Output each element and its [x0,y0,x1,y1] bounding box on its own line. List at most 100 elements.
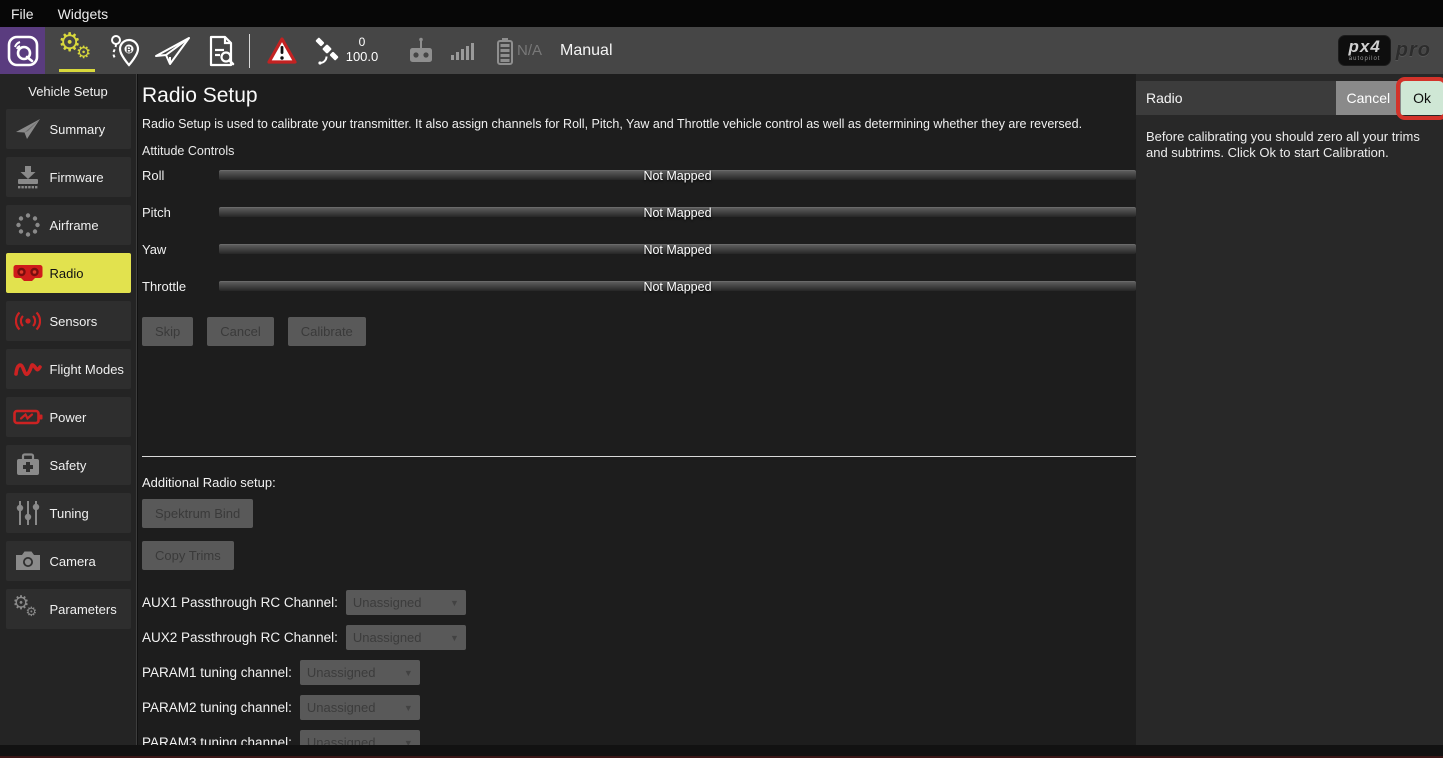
pitch-channel-bar: Not Mapped [219,207,1136,217]
attitude-controls-label: Attitude Controls [142,144,1136,158]
throttle-channel-value: Not Mapped [219,279,1136,295]
dialog-cancel-button[interactable]: Cancel [1336,81,1402,115]
chevron-down-icon: ▼ [404,668,413,678]
gears-icon: ⚙⚙ [6,596,50,622]
firmware-download-icon [6,165,50,189]
sidebar-item-camera[interactable]: Camera [6,541,131,581]
toolbar-vehicle-setup-button[interactable]: ⚙⚙ [53,27,101,74]
chevron-down-icon: ▼ [450,633,459,643]
toolbar-battery-indicator[interactable]: N/A [496,27,542,74]
toolbar-messages-indicator[interactable] [258,27,306,74]
param2-tuning-dropdown[interactable]: Unassigned ▼ [300,695,420,720]
radio-goggles-icon [6,263,50,283]
yaw-label: Yaw [142,242,219,257]
dialog-ok-wrap: Ok [1401,81,1443,115]
battery-status-value: N/A [517,42,542,59]
pitch-label: Pitch [142,205,219,220]
qgc-logo-button[interactable] [0,27,45,74]
dialog-header: Radio Cancel Ok [1136,81,1443,115]
plan-waypoints-icon: B [107,34,143,68]
sidebar-item-flight-modes[interactable]: Flight Modes [6,349,131,389]
sidebar-item-tuning[interactable]: Tuning [6,493,131,533]
menu-bar: File Widgets [0,0,1443,27]
airframe-dots-icon [6,212,50,238]
menu-file[interactable]: File [11,6,34,22]
spektrum-bind-button[interactable]: Spektrum Bind [142,499,253,528]
camera-icon [6,550,50,572]
copy-trims-button[interactable]: Copy Trims [142,541,234,570]
warning-triangle-icon [266,36,298,66]
param1-tuning-dropdown[interactable]: Unassigned ▼ [300,660,420,685]
gps-satellite-icon [312,36,342,66]
throttle-label: Throttle [142,279,219,294]
aux1-passthrough-dropdown[interactable]: Unassigned ▼ [346,590,466,615]
qgc-logo-icon [6,34,40,68]
aux1-passthrough-label: AUX1 Passthrough RC Channel: [142,595,338,610]
pitch-channel-value: Not Mapped [219,205,1136,221]
page-description: Radio Setup is used to calibrate your tr… [142,117,1136,131]
toolbar-rssi-indicator[interactable] [444,27,480,74]
additional-radio-setup-label: Additional Radio setup: [142,475,1136,490]
toolbar-analyze-button[interactable] [197,27,245,74]
gps-count-value: 0 [359,36,366,50]
sensor-signal-icon [6,308,50,334]
pro-label: pro [1396,39,1431,62]
radio-setup-page: Radio Setup Radio Setup is used to calib… [138,74,1136,745]
svg-text:B: B [126,45,132,54]
vehicle-setup-sidebar: Vehicle Setup Summary Firmware [0,74,137,745]
gps-hdop-value: 100.0 [346,50,379,65]
safety-case-icon [6,453,50,477]
toolbar-flight-mode[interactable]: Manual [542,27,612,74]
channel-row-throttle: Throttle Not Mapped [142,280,1136,292]
aux2-passthrough-dropdown[interactable]: Unassigned ▼ [346,625,466,650]
sidebar-item-power[interactable]: Power [6,397,131,437]
sidebar-item-firmware[interactable]: Firmware [6,157,131,197]
cancel-button[interactable]: Cancel [207,317,273,346]
battery-power-icon [6,408,50,426]
vehicle-setup-gears-icon: ⚙⚙ [57,33,97,69]
roll-label: Roll [142,168,219,183]
sidebar-item-safety[interactable]: Safety [6,445,131,485]
toolbar-fly-button[interactable] [149,27,197,74]
yaw-channel-bar: Not Mapped [219,244,1136,254]
px4-logo: px4 autopilot [1338,35,1390,66]
skip-button[interactable]: Skip [142,317,193,346]
radio-calibration-dialog: Radio Cancel Ok Before calibrating you s… [1136,74,1443,745]
toolbar-plan-button[interactable]: B [101,27,149,74]
chevron-down-icon: ▼ [404,703,413,713]
toolbar-rc-indicator[interactable] [398,27,444,74]
roll-channel-bar: Not Mapped [219,170,1136,180]
gps-values: 0 100.0 [346,36,379,65]
battery-icon [496,36,514,66]
fly-paper-plane-icon [153,34,193,68]
page-title: Radio Setup [142,84,1136,108]
calibrate-button[interactable]: Calibrate [288,317,366,346]
sidebar-title: Vehicle Setup [0,84,136,99]
px4-logo-text: px4 [1348,38,1380,55]
sidebar-item-airframe[interactable]: Airframe [6,205,131,245]
section-divider [142,456,1136,457]
toolbar-brand-area: px4 autopilot pro [1338,35,1443,66]
param1-tuning-label: PARAM1 tuning channel: [142,665,292,680]
paper-plane-icon [6,118,50,140]
aux2-passthrough-row: AUX2 Passthrough RC Channel: Unassigned … [142,625,1136,650]
dialog-title: Radio [1146,90,1336,106]
dialog-message: Before calibrating you should zero all y… [1136,115,1443,162]
aux2-passthrough-label: AUX2 Passthrough RC Channel: [142,630,338,645]
toolbar-gps-indicator[interactable]: 0 100.0 [306,27,384,74]
sidebar-item-sensors[interactable]: Sensors [6,301,131,341]
sidebar-item-summary[interactable]: Summary [6,109,131,149]
sidebar-item-parameters[interactable]: ⚙⚙ Parameters [6,589,131,629]
dialog-ok-button[interactable]: Ok [1401,81,1443,115]
sidebar-item-radio[interactable]: Radio [6,253,131,293]
menu-widgets[interactable]: Widgets [58,6,109,22]
param2-tuning-row: PARAM2 tuning channel: Unassigned ▼ [142,695,1136,720]
param1-tuning-row: PARAM1 tuning channel: Unassigned ▼ [142,660,1136,685]
calibration-buttons: Skip Cancel Calibrate [142,317,1136,346]
rc-transmitter-icon [407,36,435,66]
aux1-passthrough-row: AUX1 Passthrough RC Channel: Unassigned … [142,590,1136,615]
yaw-channel-value: Not Mapped [219,242,1136,258]
throttle-channel-bar: Not Mapped [219,281,1136,291]
tuning-sliders-icon [6,500,50,526]
channel-row-pitch: Pitch Not Mapped [142,206,1136,218]
